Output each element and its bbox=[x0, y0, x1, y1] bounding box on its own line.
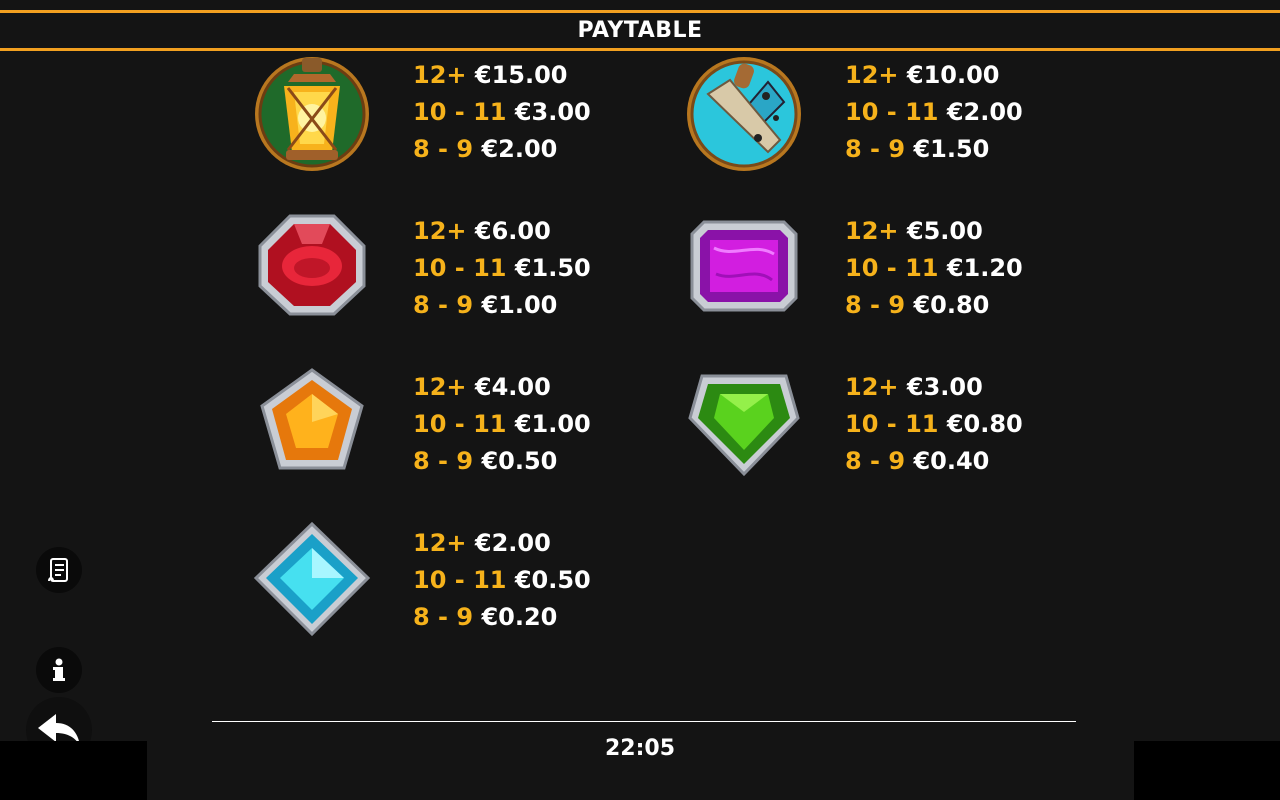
pay-row: 10 - 11 €1.00 bbox=[413, 410, 591, 438]
page-title: PAYTABLE bbox=[577, 18, 703, 43]
pay-row: 8 - 9 €0.80 bbox=[845, 291, 990, 319]
blue-gem-pays: 12+ €2.00 10 - 11 €0.50 8 - 9 €0.20 bbox=[413, 525, 673, 636]
red-gem-symbol-icon bbox=[252, 208, 372, 328]
pay-row: 12+ €3.00 bbox=[845, 373, 983, 401]
pay-row: 12+ €10.00 bbox=[845, 61, 1000, 89]
pay-row: 8 - 9 €1.50 bbox=[845, 135, 990, 163]
red-gem-pays: 12+ €6.00 10 - 11 €1.50 8 - 9 €1.00 bbox=[413, 213, 673, 324]
pay-row: 12+ €15.00 bbox=[413, 61, 568, 89]
pay-row: 10 - 11 €3.00 bbox=[413, 98, 591, 126]
footer-divider bbox=[212, 721, 1076, 722]
scroll-icon bbox=[48, 558, 68, 582]
blue-gem-symbol-icon bbox=[252, 520, 372, 640]
pay-row: 12+ €2.00 bbox=[413, 529, 551, 557]
pay-row: 12+ €6.00 bbox=[413, 217, 551, 245]
pickaxe-pays: 12+ €10.00 10 - 11 €2.00 8 - 9 €1.50 bbox=[845, 57, 1105, 168]
bottom-left-bar bbox=[0, 741, 147, 800]
purple-gem-pays: 12+ €5.00 10 - 11 €1.20 8 - 9 €0.80 bbox=[845, 213, 1105, 324]
pay-row: 10 - 11 €0.80 bbox=[845, 410, 1023, 438]
lantern-symbol-icon bbox=[252, 54, 372, 174]
pickaxe-symbol-icon bbox=[684, 54, 804, 174]
paytable-button[interactable] bbox=[36, 547, 82, 593]
pay-row: 8 - 9 €0.20 bbox=[413, 603, 558, 631]
green-gem-symbol-icon bbox=[684, 364, 804, 484]
purple-gem-symbol-icon bbox=[684, 208, 804, 328]
bottom-right-bar bbox=[1134, 741, 1280, 800]
pay-row: 8 - 9 €0.50 bbox=[413, 447, 558, 475]
pay-row: 12+ €4.00 bbox=[413, 373, 551, 401]
lantern-pays: 12+ €15.00 10 - 11 €3.00 8 - 9 €2.00 bbox=[413, 57, 673, 168]
pay-row: 10 - 11 €2.00 bbox=[845, 98, 1023, 126]
info-button[interactable] bbox=[36, 647, 82, 693]
green-gem-pays: 12+ €3.00 10 - 11 €0.80 8 - 9 €0.40 bbox=[845, 369, 1105, 480]
orange-gem-symbol-icon bbox=[252, 364, 372, 484]
paytable-header: PAYTABLE bbox=[0, 10, 1280, 51]
clock: 22:05 bbox=[604, 736, 676, 761]
pay-row: 10 - 11 €0.50 bbox=[413, 566, 591, 594]
orange-gem-pays: 12+ €4.00 10 - 11 €1.00 8 - 9 €0.50 bbox=[413, 369, 673, 480]
info-icon bbox=[53, 658, 65, 681]
pay-row: 12+ €5.00 bbox=[845, 217, 983, 245]
pay-row: 8 - 9 €0.40 bbox=[845, 447, 990, 475]
pay-row: 8 - 9 €2.00 bbox=[413, 135, 558, 163]
pay-row: 8 - 9 €1.00 bbox=[413, 291, 558, 319]
pay-row: 10 - 11 €1.50 bbox=[413, 254, 591, 282]
pay-row: 10 - 11 €1.20 bbox=[845, 254, 1023, 282]
